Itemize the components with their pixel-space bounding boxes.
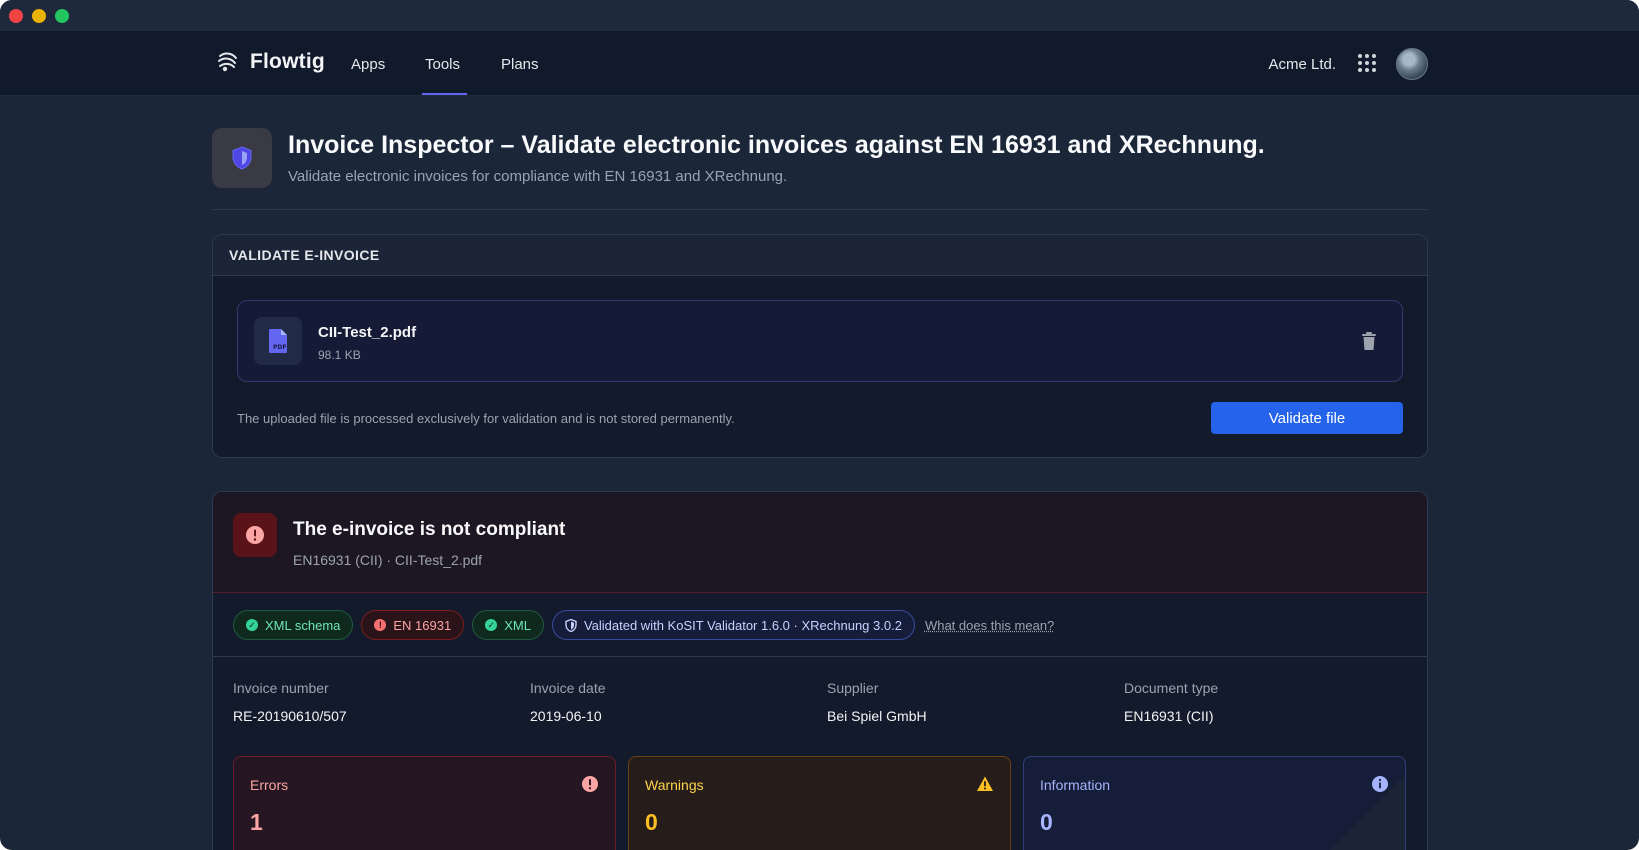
uploaded-file: PDF CII-Test_2.pdf 98.1 KB [237,300,1403,382]
top-navbar: Flowtig Apps Tools Plans Acme Ltd. [0,32,1639,96]
meta-label: Invoice number [233,680,329,696]
badge-label: XML schema [265,617,341,633]
meta-value: 2019-06-10 [530,708,602,724]
error-icon [582,776,598,792]
privacy-note: The uploaded file is processed exclusive… [237,411,735,426]
meta-value: Bei Spiel GmbH [827,708,927,724]
meta-document-type: Document type EN16931 (CII) [1124,680,1218,724]
check-icon: ✓ [485,619,498,631]
stat-label: Errors [250,777,289,793]
shield-icon [565,618,577,632]
meta-invoice-date: Invoice date 2019-06-10 [530,680,606,724]
brand[interactable]: Flowtig [216,50,325,74]
page-header: Invoice Inspector – Validate electronic … [212,128,1428,210]
maximize-window-button[interactable] [55,9,69,23]
svg-text:PDF: PDF [273,344,286,351]
app-window: Flowtig Apps Tools Plans Acme Ltd. Invoi… [0,0,1639,850]
active-tab-indicator [422,93,467,95]
stat-label: Warnings [645,777,704,793]
info-icon [1372,776,1388,792]
badge-label: Validated with KoSIT Validator 1.6.0 · X… [583,617,902,633]
nav-link-plans[interactable]: Plans [501,56,539,73]
brand-name: Flowtig [250,50,325,73]
meta-label: Invoice date [530,680,606,696]
file-name: CII-Test_2.pdf [318,324,417,341]
meta-invoice-number: Invoice number RE-20190610/507 [233,680,347,724]
badge-xml-schema: ✓ XML schema [233,610,354,640]
badge-label: XML [504,617,531,633]
stat-label: Information [1040,777,1111,793]
pdf-file-icon: PDF [254,317,302,365]
result-title: The e-invoice is not compliant [293,519,566,540]
page-subtitle: Validate electronic invoices for complia… [288,168,788,185]
divider [213,656,1427,657]
badge-xml: ✓ XML [472,610,544,640]
nav-link-apps[interactable]: Apps [351,56,385,73]
errors-stat-card[interactable]: Errors 1 [233,756,616,850]
result-card: The e-invoice is not compliant EN16931 (… [212,491,1428,850]
badge-en16931: ! EN 16931 [361,610,465,640]
badge-label: EN 16931 [393,617,452,633]
page-title: Invoice Inspector – Validate electronic … [288,131,1265,159]
validate-card-title: VALIDATE E-INVOICE [213,235,1427,276]
error-icon [233,513,277,557]
close-window-button[interactable] [9,9,23,23]
nav-link-tools[interactable]: Tools [425,56,460,73]
shield-icon [232,146,252,170]
warnings-stat-card[interactable]: Warnings 0 [628,756,1011,850]
result-header: The e-invoice is not compliant EN16931 (… [213,492,1427,593]
meta-supplier: Supplier Bei Spiel GmbH [827,680,927,724]
delete-file-icon[interactable] [1360,331,1378,351]
avatar[interactable] [1396,48,1428,80]
result-subtitle: EN16931 (CII) · CII-Test_2.pdf [293,552,483,568]
grid-icon[interactable] [1358,54,1376,72]
warning-icon [977,776,993,791]
meta-label: Document type [1124,680,1219,696]
check-icon: ✓ [246,619,258,631]
badge-validator: Validated with KoSIT Validator 1.6.0 · X… [551,610,915,640]
check-badges: ✓ XML schema ! EN 16931 ✓ XML Validated … [233,610,1054,640]
meta-value: EN16931 (CII) [1124,708,1214,724]
stat-value: 0 [645,809,658,835]
stat-value: 1 [250,809,263,835]
what-does-this-mean-link[interactable]: What does this mean? [925,618,1054,633]
validate-card: VALIDATE E-INVOICE PDF CII-Test_2.pdf 98… [212,234,1428,458]
stat-value: 0 [1040,809,1053,835]
minimize-window-button[interactable] [32,9,46,23]
decorative-corner [1305,775,1405,850]
file-size: 98.1 KB [318,348,361,362]
tool-icon-tile [212,128,272,188]
meta-value: RE-20190610/507 [233,708,347,724]
information-stat-card[interactable]: Information 0 [1023,756,1406,850]
error-icon: ! [374,619,387,631]
validate-file-button[interactable]: Validate file [1211,402,1403,434]
organization-name[interactable]: Acme Ltd. [1268,56,1336,73]
window-titlebar [0,0,1639,32]
brand-logo-icon [218,52,237,72]
meta-label: Supplier [827,680,879,696]
